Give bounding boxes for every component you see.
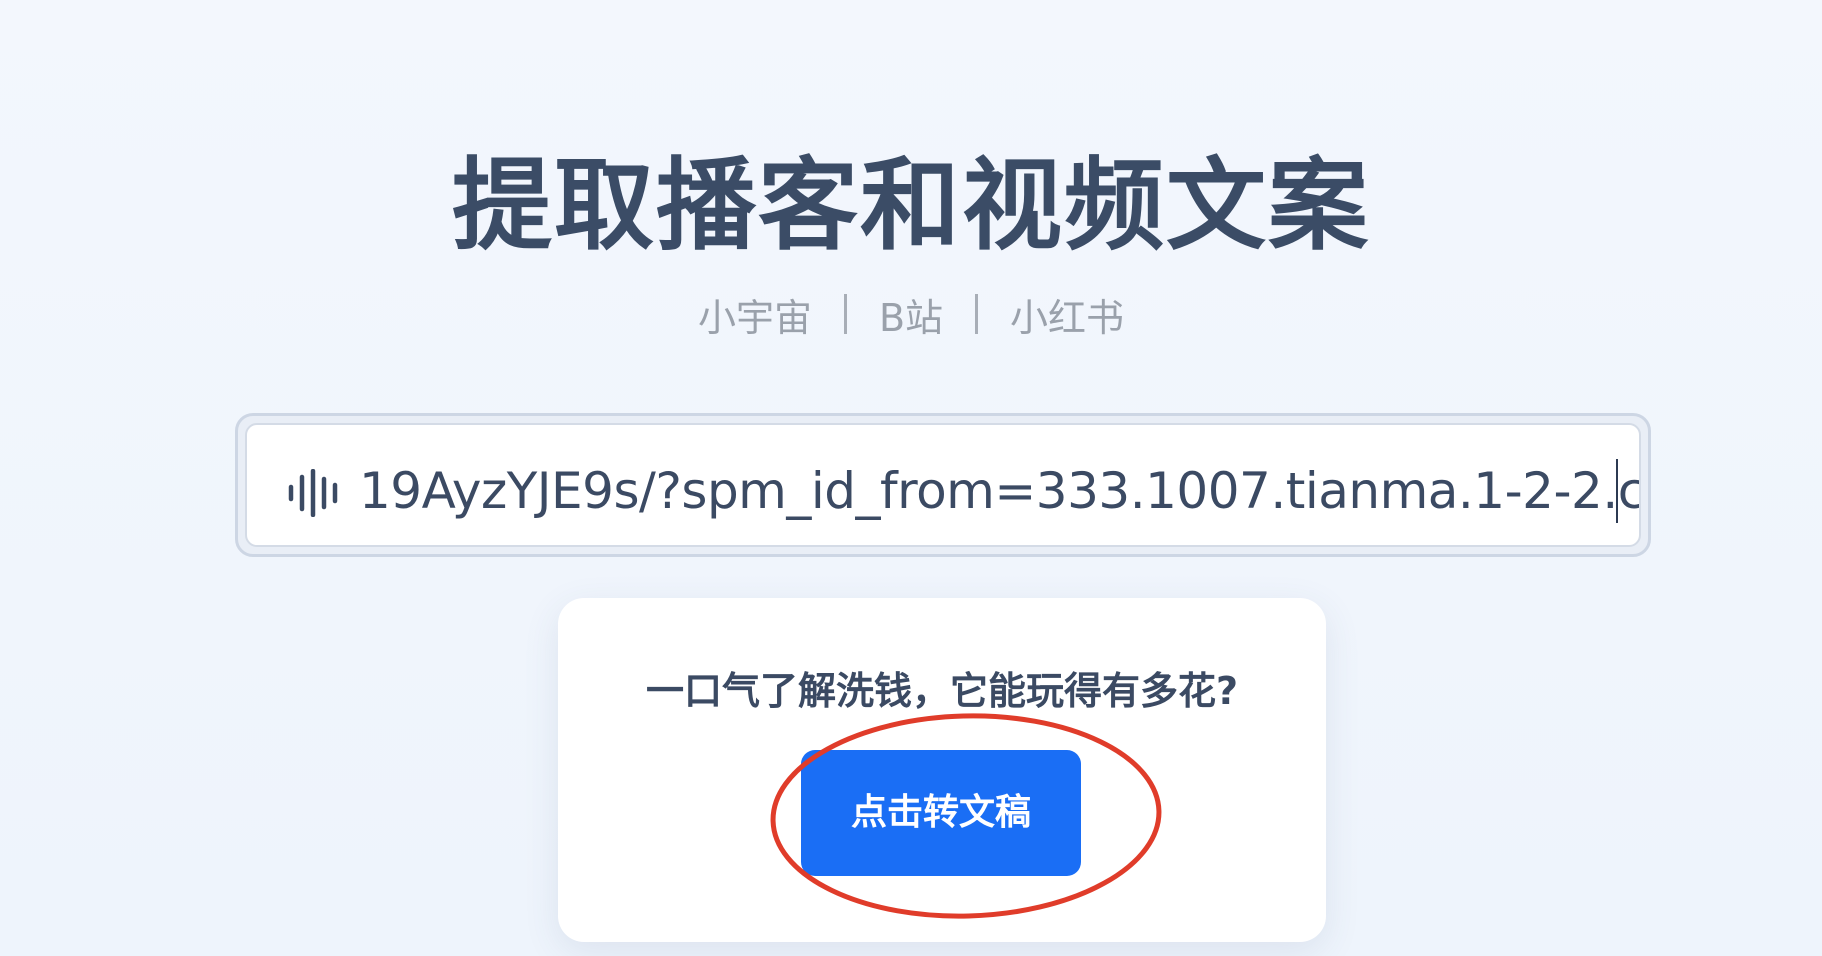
convert-to-transcript-button[interactable]: 点击转文稿: [801, 750, 1081, 876]
platform-xiaohongshu: 小红书: [1010, 295, 1125, 340]
video-title: 一口气了解洗钱，它能玩得有多花?: [645, 669, 1239, 713]
platform-bilibili: B站: [878, 295, 944, 340]
platform-separator: [975, 294, 979, 334]
url-input-wrapper: 19AyzYJE9s/?spm_id_from=333.1007.tianma.…: [235, 413, 1651, 557]
text-caret: [1616, 459, 1618, 523]
platform-xiaoyuzhou: 小宇宙: [697, 295, 812, 340]
result-card: 一口气了解洗钱，它能玩得有多花? 点击转文稿: [558, 598, 1326, 942]
audio-wave-icon: [288, 469, 338, 517]
url-input-value[interactable]: 19AyzYJE9s/?spm_id_from=333.1007.tianma.…: [359, 451, 1639, 531]
page-title: 提取播客和视频文案: [452, 147, 1370, 264]
platform-separator: [843, 294, 847, 334]
url-input[interactable]: 19AyzYJE9s/?spm_id_from=333.1007.tianma.…: [245, 423, 1641, 547]
platform-list: 小宇宙 B站 小红书: [0, 289, 1822, 340]
